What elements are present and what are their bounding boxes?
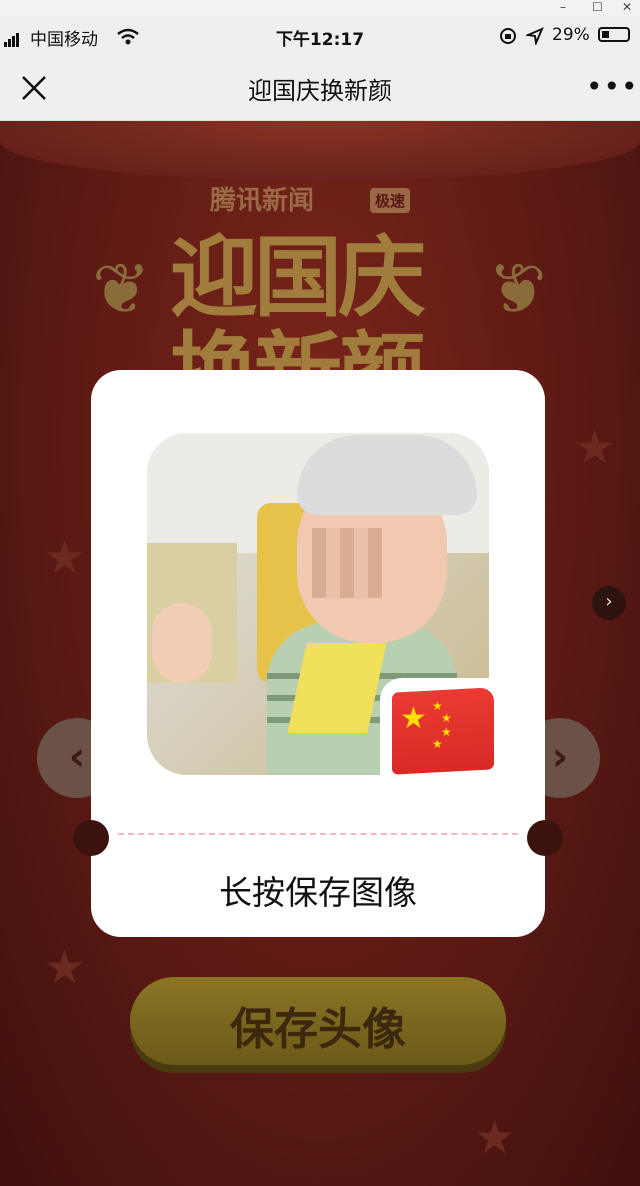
flag-star-icon: ★ — [432, 737, 443, 751]
card-notch-right — [527, 820, 563, 856]
photo-cap — [297, 435, 477, 515]
flag-star-icon: ★ — [400, 701, 427, 736]
laurel-right-icon: ❦ — [488, 248, 547, 330]
save-avatar-label: 保存头像 — [230, 1004, 406, 1055]
long-press-save-caption: 长按保存图像 — [219, 873, 417, 912]
brand-badge: 极速 — [370, 188, 411, 213]
minimize-icon[interactable]: – — [560, 0, 566, 14]
location-icon — [526, 27, 544, 45]
star-decoration-icon: ★ — [44, 530, 86, 584]
flag-star-icon: ★ — [441, 711, 452, 725]
card-notch-left — [73, 820, 109, 856]
star-decoration-icon: ★ — [44, 940, 86, 994]
next-page-button[interactable]: › — [592, 586, 626, 620]
chevron-right-icon: › — [605, 591, 613, 612]
star-decoration-icon: ★ — [574, 420, 616, 474]
brand-logo: 腾讯新闻 — [210, 186, 315, 216]
more-dots-icon[interactable]: ••• — [586, 73, 639, 101]
hero-line-1: 迎国庆 — [170, 226, 426, 329]
save-avatar-button[interactable]: 保存头像 — [130, 977, 506, 1065]
maximize-icon[interactable]: ☐ — [592, 0, 603, 14]
window-titlebar: – ☐ ✕ — [0, 0, 640, 16]
status-bar: 中国移动 下午12:17 29% — [0, 16, 640, 56]
nav-bar: 迎国庆换新颜 ••• — [0, 56, 640, 121]
star-decoration-icon: ★ — [474, 1110, 516, 1164]
page-title: 迎国庆换新颜 — [248, 77, 392, 105]
laurel-left-icon: ❦ — [92, 248, 151, 330]
card-divider — [118, 833, 518, 835]
photo-face-blur — [312, 528, 382, 598]
battery-icon — [598, 27, 630, 42]
status-time: 下午12:17 — [275, 30, 365, 50]
battery-percent: 29% — [552, 25, 590, 45]
window-close-icon[interactable]: ✕ — [622, 0, 632, 14]
rotation-lock-icon — [500, 28, 516, 44]
photo-hand — [152, 603, 212, 683]
